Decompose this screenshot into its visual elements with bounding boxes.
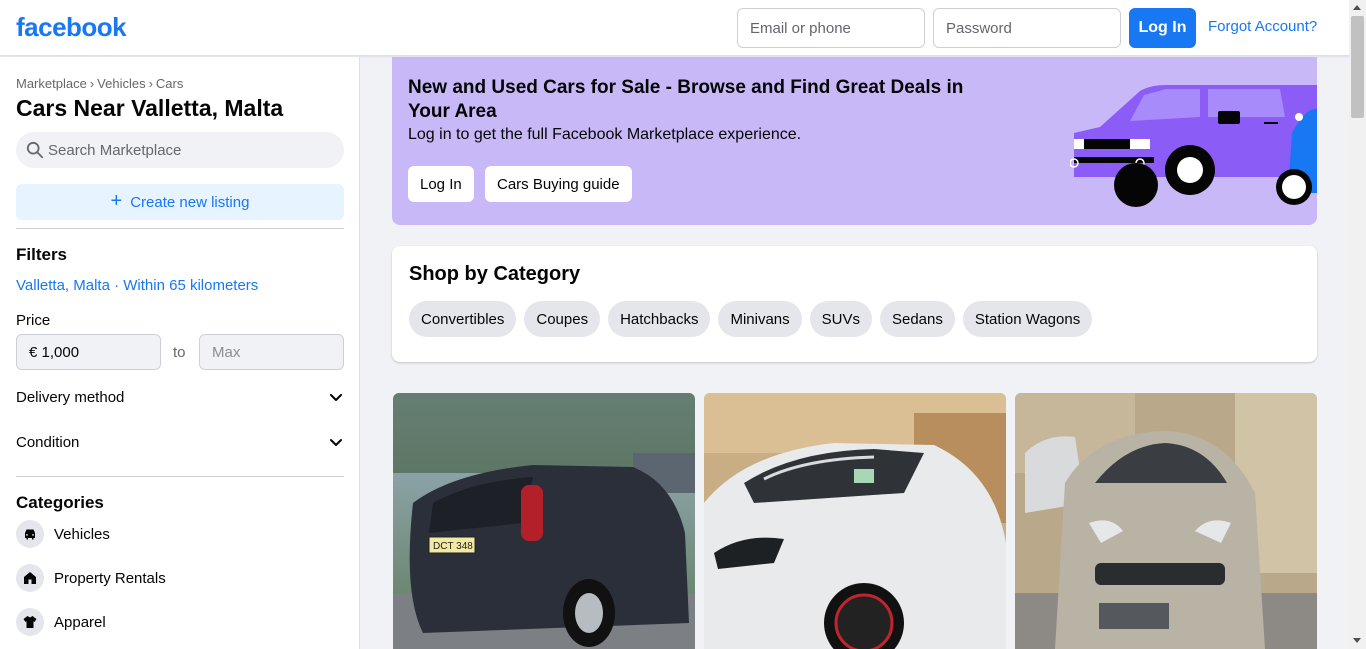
sidebar: Marketplace › Vehicles › Cars Cars Near Vall… <box>0 57 360 649</box>
scroll-down-arrow-icon[interactable] <box>1353 638 1361 643</box>
chip-coupes[interactable]: Coupes <box>524 301 601 337</box>
condition-dropdown[interactable]: Condition <box>16 430 344 454</box>
search-box[interactable] <box>16 132 344 168</box>
category-label: Vehicles <box>54 525 110 543</box>
divider <box>16 476 344 477</box>
chip-minivans[interactable]: Minivans <box>718 301 802 337</box>
breadcrumb-separator: › <box>148 76 153 91</box>
page-scrollbar[interactable] <box>1349 0 1366 649</box>
categories-heading: Categories <box>16 493 104 512</box>
create-listing-label: Create new listing <box>130 193 250 211</box>
chip-station-wagons[interactable]: Station Wagons <box>962 301 1093 337</box>
category-property-rentals[interactable]: Property Rentals <box>16 564 166 592</box>
chevron-down-icon <box>330 394 342 401</box>
search-icon <box>26 141 44 159</box>
house-icon <box>16 564 44 592</box>
divider <box>16 228 344 229</box>
listing-photo <box>704 393 1006 649</box>
category-apparel[interactable]: Apparel <box>16 608 106 636</box>
listing-card[interactable] <box>1015 393 1317 649</box>
hero-login-button[interactable]: Log In <box>408 166 474 202</box>
search-input[interactable] <box>48 132 338 168</box>
filters-heading: Filters <box>16 245 68 264</box>
delivery-method-dropdown[interactable]: Delivery method <box>16 385 344 409</box>
plus-icon: + <box>110 190 123 212</box>
category-chips: Convertibles Coupes Hatchbacks Minivans … <box>409 301 1093 337</box>
facebook-logo[interactable]: facebook <box>16 12 127 43</box>
breadcrumb-vehicles[interactable]: Vehicles <box>97 76 145 91</box>
category-label: Apparel <box>54 613 106 631</box>
scrollbar-thumb[interactable] <box>1351 16 1364 118</box>
listing-card[interactable]: DCT 348 <box>393 393 695 649</box>
location-filter-link[interactable]: Valletta, Malta · Within 65 kilometers <box>16 277 258 294</box>
price-to-label: to <box>173 344 186 361</box>
hero-banner: New and Used Cars for Sale - Browse and … <box>392 57 1317 225</box>
chip-hatchbacks[interactable]: Hatchbacks <box>608 301 711 337</box>
license-plate-text: DCT 348 <box>433 541 473 552</box>
listing-photo <box>1015 393 1317 649</box>
scroll-up-arrow-icon[interactable] <box>1353 5 1361 10</box>
price-label: Price <box>16 312 51 329</box>
chevron-down-icon <box>330 439 342 446</box>
category-label: Property Rentals <box>54 569 166 587</box>
page-title: Cars Near Valletta, Malta <box>16 95 284 121</box>
breadcrumb-marketplace[interactable]: Marketplace <box>16 76 87 91</box>
hero-subtitle: Log in to get the full Facebook Marketpl… <box>408 126 802 143</box>
car-illustration <box>1070 85 1317 207</box>
password-field[interactable] <box>933 8 1121 48</box>
login-button[interactable]: Log In <box>1129 8 1196 48</box>
listing-photo: DCT 348 <box>393 393 695 649</box>
cars-buying-guide-button[interactable]: Cars Buying guide <box>485 166 632 202</box>
create-listing-button[interactable]: + Create new listing <box>16 184 344 220</box>
listing-card[interactable] <box>704 393 1006 649</box>
max-price-input[interactable] <box>199 334 344 370</box>
email-field[interactable] <box>737 8 925 48</box>
forgot-account-link[interactable]: Forgot Account? <box>1208 18 1317 35</box>
breadcrumb-cars[interactable]: Cars <box>156 76 183 91</box>
shop-by-category-card: Shop by Category Convertibles Coupes Hat… <box>392 246 1317 362</box>
category-vehicles[interactable]: Vehicles <box>16 520 110 548</box>
shop-by-category-title: Shop by Category <box>409 263 581 285</box>
car-icon <box>16 520 44 548</box>
breadcrumb: Marketplace › Vehicles › Cars <box>16 76 183 91</box>
top-bar: facebook Log In Forgot Account? <box>0 0 1366 56</box>
chip-sedans[interactable]: Sedans <box>879 301 955 337</box>
chip-convertibles[interactable]: Convertibles <box>409 301 517 337</box>
delivery-method-label: Delivery method <box>16 388 125 406</box>
hero-title: New and Used Cars for Sale - Browse and … <box>408 77 964 122</box>
shirt-icon <box>16 608 44 636</box>
chip-suvs[interactable]: SUVs <box>809 301 872 337</box>
condition-label: Condition <box>16 433 80 451</box>
breadcrumb-separator: › <box>89 76 95 91</box>
min-price-input[interactable] <box>16 334 161 370</box>
